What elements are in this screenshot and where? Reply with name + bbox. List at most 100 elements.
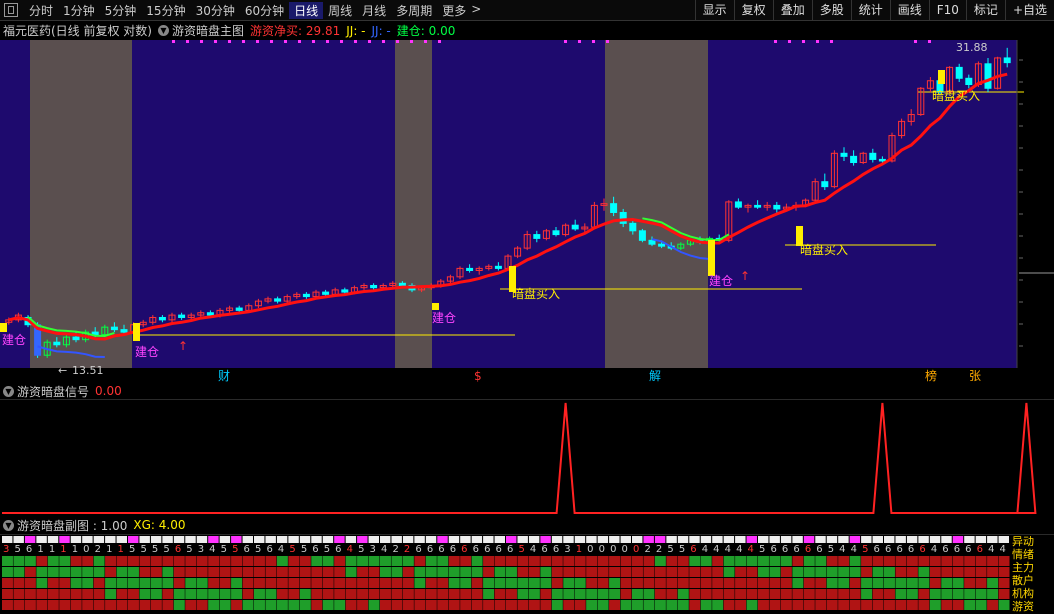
toolbar-button-4[interactable]: 统计 bbox=[850, 0, 890, 21]
sub-cell bbox=[93, 567, 105, 577]
sub-chart[interactable]: 3561111021155556534556564556564534226666… bbox=[0, 534, 1054, 614]
more-arrow-icon[interactable]: > bbox=[471, 2, 486, 19]
sub-cell bbox=[563, 556, 575, 566]
sub-settings-icon[interactable]: ▼ bbox=[3, 519, 14, 531]
top-marker-dot bbox=[578, 40, 581, 43]
sub-cell bbox=[128, 600, 139, 610]
side-label-3: 散户 bbox=[1012, 574, 1034, 587]
sub-digit: 4 bbox=[851, 544, 857, 555]
period-tab-2[interactable]: 5分钟 bbox=[100, 2, 142, 19]
toolbar-button-0[interactable]: 显示 bbox=[694, 0, 734, 21]
sub-digit: 5 bbox=[140, 544, 146, 555]
toolbar-button-6[interactable]: F10 bbox=[928, 0, 966, 21]
toolbar-button-2[interactable]: 叠加 bbox=[772, 0, 812, 21]
sub-cell bbox=[425, 578, 437, 588]
period-tab-1[interactable]: 1分钟 bbox=[58, 2, 100, 19]
sub-cell bbox=[735, 556, 747, 566]
sub-cell bbox=[460, 556, 472, 566]
sub-cell bbox=[803, 556, 815, 566]
period-tab-9[interactable]: 多周期 bbox=[391, 2, 437, 19]
shaded-period-0 bbox=[30, 40, 132, 368]
sub-top-cell bbox=[632, 536, 643, 543]
top-marker-dot bbox=[788, 40, 791, 43]
sub-digit: 4 bbox=[725, 544, 731, 555]
sub-cell bbox=[231, 589, 243, 599]
period-tab-10[interactable]: 更多 bbox=[437, 2, 471, 19]
sub-top-cell bbox=[334, 536, 345, 543]
sub-digit: 5 bbox=[289, 544, 295, 555]
layout-toggle-icon[interactable] bbox=[4, 3, 18, 17]
toolbar-button-1[interactable]: 复权 bbox=[733, 0, 773, 21]
signal-chart[interactable] bbox=[0, 399, 1054, 517]
sub-cell bbox=[59, 578, 71, 588]
period-tab-7[interactable]: 周线 bbox=[323, 2, 357, 19]
sub-cell bbox=[345, 556, 357, 566]
sub-cell bbox=[803, 567, 815, 577]
sub-digit: 0 bbox=[633, 544, 639, 555]
sub-cell bbox=[609, 600, 621, 610]
sub-cell bbox=[59, 600, 71, 610]
sub-cell bbox=[311, 578, 323, 588]
sub-cell bbox=[803, 578, 815, 588]
toolbar-button-7[interactable]: 标记 bbox=[965, 0, 1005, 21]
sub-cell bbox=[906, 567, 918, 577]
sub-cell bbox=[758, 600, 769, 610]
sub-cell bbox=[299, 589, 311, 599]
sub-cell bbox=[586, 556, 598, 566]
sub-cell bbox=[941, 578, 953, 588]
signal-settings-icon[interactable]: ▼ bbox=[3, 385, 14, 397]
sub-cell bbox=[975, 589, 987, 599]
sub-cell bbox=[265, 600, 277, 610]
period-tab-3[interactable]: 15分钟 bbox=[141, 2, 190, 19]
sub-cell bbox=[185, 567, 197, 577]
top-marker-dot bbox=[802, 40, 805, 43]
period-tab-8[interactable]: 月线 bbox=[357, 2, 391, 19]
sub-cell bbox=[906, 578, 918, 588]
sub-cell bbox=[803, 589, 815, 599]
sub-digit: 5 bbox=[163, 544, 169, 555]
sub-cell bbox=[620, 556, 632, 566]
sub-digit: 5 bbox=[301, 544, 307, 555]
sub-cell bbox=[299, 556, 311, 566]
sub-cell bbox=[735, 589, 747, 599]
sub-digit: 6 bbox=[690, 544, 696, 555]
event-marker-4: 张 bbox=[969, 369, 981, 383]
sub-cell bbox=[689, 567, 701, 577]
period-tab-5[interactable]: 60分钟 bbox=[240, 2, 289, 19]
indicator-name[interactable]: 游资暗盘主图 bbox=[172, 22, 244, 39]
sub-digit: 4 bbox=[748, 544, 754, 555]
sub-cell bbox=[460, 589, 472, 599]
toolbar-button-3[interactable]: 多股 bbox=[811, 0, 851, 21]
sub-xg: XG: 4.00 bbox=[133, 518, 186, 532]
sub-top-cell bbox=[483, 536, 494, 543]
top-marker-dot bbox=[326, 40, 329, 43]
sub-cell bbox=[895, 600, 907, 610]
sub-top-cell bbox=[884, 536, 895, 543]
event-marker-1: $ bbox=[474, 369, 482, 383]
sub-top-cell bbox=[36, 536, 47, 543]
indicator-settings-icon[interactable]: ▼ bbox=[158, 25, 169, 36]
sub-cell bbox=[929, 556, 941, 566]
sub-digit: 5 bbox=[759, 544, 765, 555]
top-marker-dot bbox=[256, 40, 259, 43]
sub-cell bbox=[265, 578, 277, 588]
sub-cell bbox=[36, 600, 48, 610]
sub-top-cell bbox=[402, 536, 414, 543]
toolbar-button-8[interactable]: +自选 bbox=[1004, 0, 1054, 21]
sub-cell bbox=[517, 578, 529, 588]
sub-cell bbox=[13, 600, 25, 610]
main-chart[interactable]: 建仓建仓建仓建仓暗盘买入暗盘买入暗盘买入↑↑31.88← 13.51 财 $ 解榜张 bbox=[0, 40, 1054, 385]
sub-cell bbox=[632, 589, 643, 599]
toolbar-button-5[interactable]: 画线 bbox=[889, 0, 929, 21]
period-tab-4[interactable]: 30分钟 bbox=[191, 2, 240, 19]
sub-cell bbox=[540, 578, 552, 588]
sub-cell bbox=[952, 567, 964, 577]
sub-cell bbox=[803, 600, 815, 610]
period-tab-6[interactable]: 日线 bbox=[289, 1, 324, 19]
sub-top-cell bbox=[345, 536, 357, 543]
sub-digit: 1 bbox=[576, 544, 582, 555]
sub-cell bbox=[265, 567, 277, 577]
sub-cell bbox=[551, 589, 563, 599]
period-tab-0[interactable]: 分时 bbox=[24, 2, 58, 19]
sub-cell bbox=[59, 567, 71, 577]
